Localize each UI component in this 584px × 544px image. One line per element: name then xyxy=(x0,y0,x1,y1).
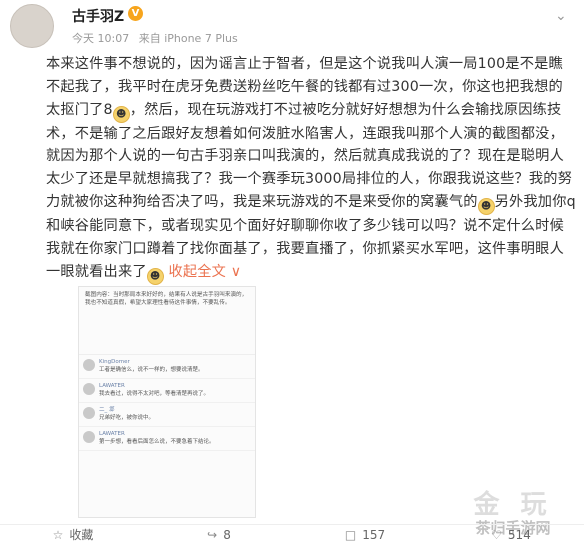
username[interactable]: 古手羽Z xyxy=(72,6,124,26)
attached-screenshot[interactable]: 截图内容：当时那局本来好好的，结果有人说是古手羽叫来演的，我也不知道真假，希望大… xyxy=(78,286,256,518)
star-icon: ☆ xyxy=(52,527,64,542)
like-icon: ♡ xyxy=(491,527,502,542)
collapse-text-link[interactable]: 收起全文 ∨ xyxy=(168,264,241,280)
avatar xyxy=(83,407,95,419)
post-meta: 今天 10:07 来自 iPhone 7 Plus xyxy=(72,30,244,46)
avatar xyxy=(83,359,95,371)
like-button[interactable]: ♡ 514 xyxy=(438,525,584,544)
avatar[interactable] xyxy=(10,4,54,48)
comment-icon: □ xyxy=(344,527,357,542)
emoji-icon: ☻ xyxy=(112,105,130,123)
avatar xyxy=(83,431,95,443)
list-item: LAWATER 我去看过，说得不太对吧，等看清楚再说了。 xyxy=(79,379,255,403)
comment-button[interactable]: □ 157 xyxy=(292,525,438,544)
screenshot-text: 截图内容：当时那局本来好好的，结果有人说是古手羽叫来演的，我也不知道真假，希望大… xyxy=(79,287,255,355)
chevron-down-icon[interactable]: ⌄ xyxy=(555,8,567,24)
emoji-icon: ☻ xyxy=(477,197,495,215)
forward-button[interactable]: ↪ 8 xyxy=(146,525,292,544)
post-header: 古手羽Z V ⌄ 今天 10:07 来自 iPhone 7 Plus xyxy=(0,0,584,56)
list-item: KingDomer 工者是确信么，说不一样的，想要说清楚。 xyxy=(79,355,255,379)
verified-badge-icon: V xyxy=(128,6,143,21)
post-source: 来自 iPhone 7 Plus xyxy=(138,32,238,45)
action-bar: ☆ 收藏 ↪ 8 □ 157 ♡ 514 xyxy=(0,524,584,544)
post-time: 今天 10:07 xyxy=(72,32,130,45)
forward-icon: ↪ xyxy=(207,527,218,542)
avatar xyxy=(83,383,95,395)
emoji-icon: ☻ xyxy=(146,267,164,285)
list-item: LAWATER 第一步想，看看后面怎么说，不要急着下结论。 xyxy=(79,427,255,451)
post-body: 本来这件事不想说的，因为谣言止于智者，但是这个说我叫人演一局100是不是瞧不起我… xyxy=(46,53,576,285)
collect-button[interactable]: ☆ 收藏 xyxy=(0,525,146,544)
list-item: 二_ 邶兄弟好吃，被你说中。 xyxy=(79,403,255,427)
